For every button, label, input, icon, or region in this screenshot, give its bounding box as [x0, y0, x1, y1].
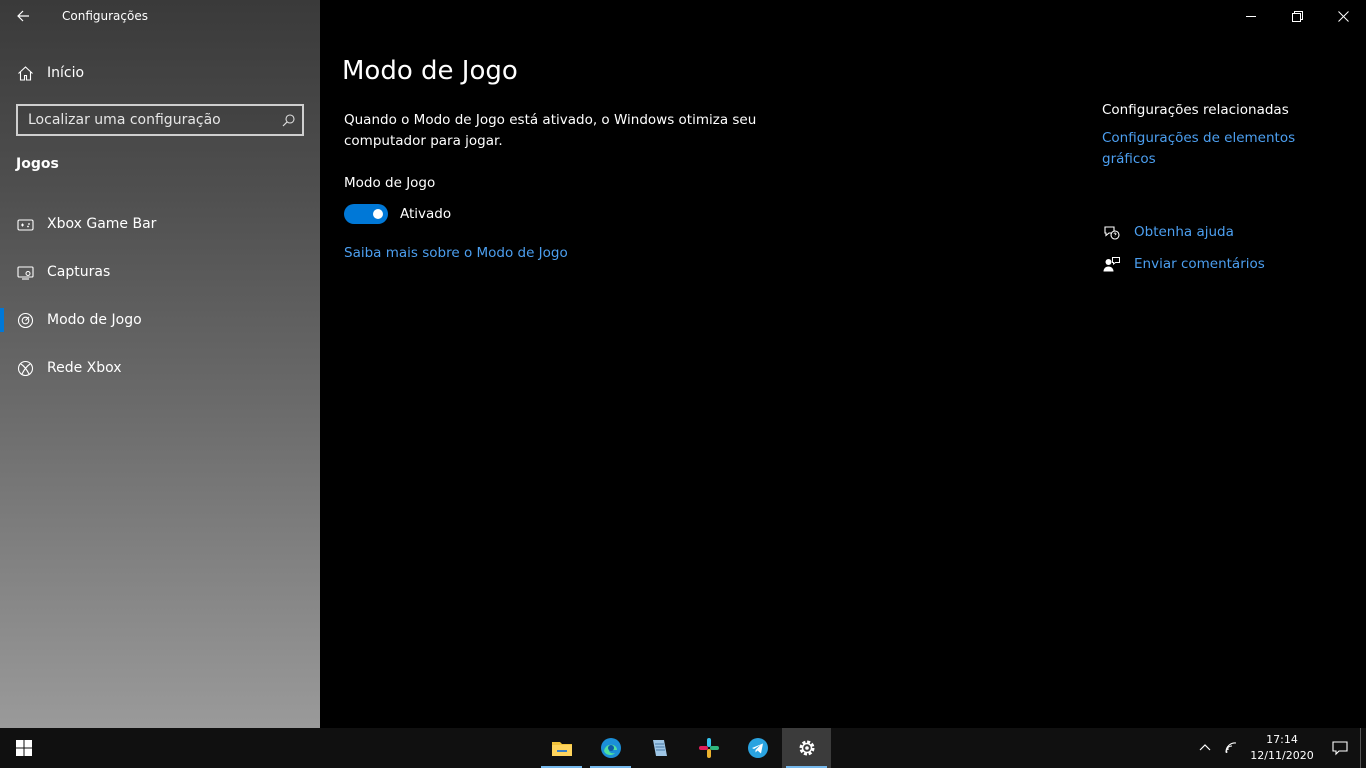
taskbar-slack[interactable]	[684, 728, 733, 768]
toggle-knob	[373, 209, 383, 219]
game-mode-toggle-row: Ativado	[344, 204, 451, 224]
search-box[interactable]	[16, 104, 304, 136]
toggle-state-label: Ativado	[400, 206, 452, 222]
home-icon	[16, 64, 34, 82]
graphics-settings-link[interactable]: Configurações de elementos gráficos	[1102, 130, 1295, 167]
file-explorer-icon	[551, 742, 572, 756]
wifi-icon	[1225, 742, 1237, 753]
restore-button[interactable]	[1274, 0, 1320, 32]
system-tray: 17:14 12/11/2020	[1192, 728, 1366, 768]
help-list: Obtenha ajuda Enviar comentários	[1102, 216, 1362, 280]
taskbar-settings[interactable]	[782, 728, 831, 768]
clock-date: 12/11/2020	[1250, 749, 1314, 762]
close-icon	[1337, 10, 1349, 22]
edge-icon	[600, 738, 621, 758]
taskbar-telegram[interactable]	[733, 728, 782, 768]
show-desktop-button[interactable]	[1360, 728, 1366, 768]
page-title: Modo de Jogo	[342, 56, 518, 86]
show-hidden-icons-button[interactable]	[1192, 728, 1218, 768]
sidebar: Configurações Início Jogos Xbox Game Bar…	[0, 0, 320, 728]
xbox-game-bar-icon	[16, 215, 34, 233]
settings-icon	[799, 740, 814, 756]
notification-icon	[1332, 741, 1348, 756]
captures-icon	[16, 263, 34, 281]
home-label: Início	[47, 65, 85, 81]
restore-icon	[1291, 10, 1303, 22]
telegram-icon	[747, 738, 768, 758]
game-mode-icon	[16, 311, 34, 329]
action-center-button[interactable]	[1320, 728, 1360, 768]
get-help-link[interactable]: Obtenha ajuda	[1134, 224, 1234, 240]
sidebar-item-label: Xbox Game Bar	[47, 216, 157, 232]
game-mode-toggle[interactable]	[344, 204, 388, 224]
sidebar-item-game-mode[interactable]: Modo de Jogo	[0, 296, 320, 344]
chevron-up-icon	[1199, 744, 1211, 751]
sidebar-item-label: Rede Xbox	[47, 360, 122, 376]
section-title: Jogos	[16, 156, 59, 172]
feedback-link[interactable]: Enviar comentários	[1134, 256, 1265, 272]
search-icon[interactable]	[274, 106, 302, 134]
feedback-item[interactable]: Enviar comentários	[1102, 248, 1362, 280]
home-nav-item[interactable]: Início	[0, 56, 320, 90]
nav-list: Xbox Game Bar Capturas Modo de Jogo Rede…	[0, 200, 320, 392]
taskbar: 17:14 12/11/2020	[0, 728, 1366, 768]
toggle-title: Modo de Jogo	[344, 175, 436, 191]
clock-time: 17:14	[1266, 733, 1298, 746]
minimize-button[interactable]	[1228, 0, 1274, 32]
slack-icon	[698, 738, 719, 758]
help-chat-icon	[1102, 223, 1120, 241]
main-content: Modo de Jogo Quando o Modo de Jogo está …	[320, 0, 1366, 728]
back-arrow-icon	[17, 10, 29, 22]
get-help-item[interactable]: Obtenha ajuda	[1102, 216, 1362, 248]
xbox-icon	[16, 359, 34, 377]
minimize-icon	[1245, 15, 1256, 17]
back-button[interactable]	[0, 0, 46, 32]
start-button[interactable]	[0, 728, 48, 768]
feedback-icon	[1102, 255, 1120, 273]
sidebar-item-captures[interactable]: Capturas	[0, 248, 320, 296]
window-controls	[1228, 0, 1366, 32]
windows-logo-icon	[16, 740, 32, 756]
sidebar-item-label: Modo de Jogo	[47, 312, 142, 328]
taskbar-edge[interactable]	[586, 728, 635, 768]
game-mode-description: Quando o Modo de Jogo está ativado, o Wi…	[344, 112, 757, 149]
taskbar-notepad[interactable]	[635, 728, 684, 768]
network-button[interactable]	[1218, 728, 1244, 768]
close-button[interactable]	[1320, 0, 1366, 32]
clock[interactable]: 17:14 12/11/2020	[1244, 732, 1320, 764]
search-input[interactable]	[28, 112, 274, 128]
titlebar-left: Configurações	[0, 0, 320, 32]
taskbar-file-explorer[interactable]	[537, 728, 586, 768]
related-settings-title: Configurações relacionadas	[1102, 102, 1289, 118]
learn-more-link[interactable]: Saiba mais sobre o Modo de Jogo	[344, 245, 568, 261]
taskbar-apps	[537, 728, 831, 768]
app-title: Configurações	[62, 9, 148, 23]
notepad-icon	[652, 740, 667, 756]
sidebar-item-xbox-network[interactable]: Rede Xbox	[0, 344, 320, 392]
sidebar-item-xbox-game-bar[interactable]: Xbox Game Bar	[0, 200, 320, 248]
related-settings: Configurações relacionadas Configurações…	[1102, 102, 1342, 169]
sidebar-item-label: Capturas	[47, 264, 111, 280]
